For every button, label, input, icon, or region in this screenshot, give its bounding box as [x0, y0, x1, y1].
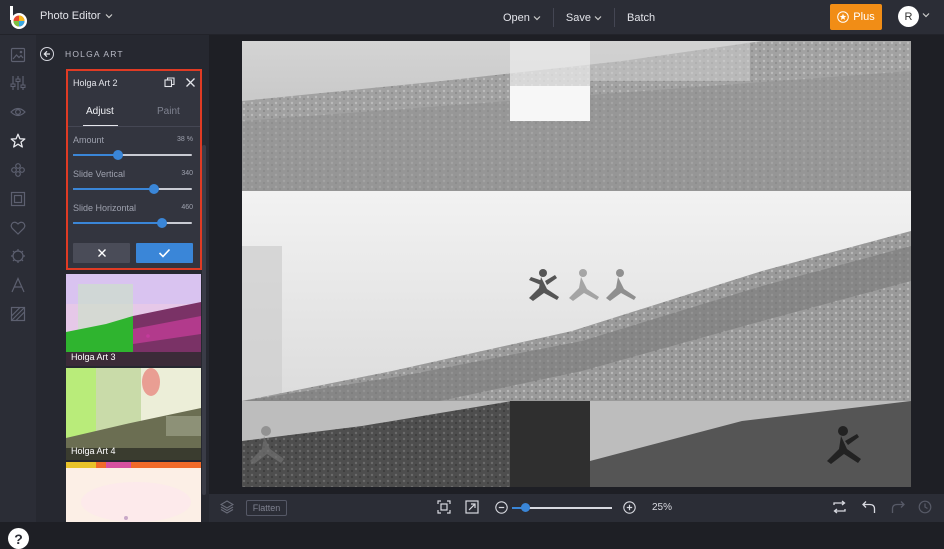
star-circle-icon	[837, 11, 850, 23]
help-button[interactable]: ?	[8, 528, 29, 549]
slider-fill	[73, 222, 163, 224]
star-icon[interactable]	[10, 133, 26, 149]
save-label: Save	[565, 11, 591, 24]
photo-image	[242, 41, 911, 487]
slider-fill	[73, 188, 154, 190]
effect-thumbnail-holga-art-4[interactable]: Holga Art 4	[66, 368, 201, 460]
compare-icon[interactable]	[832, 500, 847, 514]
tool-rail: ?	[0, 35, 36, 549]
cancel-button[interactable]	[73, 243, 130, 263]
chevron-down-icon	[594, 15, 602, 20]
zoom-in-icon[interactable]	[623, 501, 636, 514]
flatten-button[interactable]: Flatten	[246, 500, 287, 516]
arrow-left-icon	[43, 50, 50, 58]
actual-size-icon[interactable]	[465, 500, 479, 514]
back-button[interactable]	[40, 47, 54, 61]
text-icon[interactable]	[10, 277, 26, 293]
effect-title: Holga Art 2	[73, 78, 118, 88]
chevron-down-icon	[105, 14, 112, 19]
history-icon[interactable]	[918, 500, 932, 514]
overlay-icon[interactable]	[10, 306, 26, 322]
eye-icon[interactable]	[10, 104, 26, 120]
slider-knob[interactable]	[148, 184, 159, 194]
slide-vertical-label: Slide Vertical	[73, 169, 126, 179]
zoom-slider[interactable]	[522, 507, 612, 509]
open-label: Open	[503, 11, 530, 24]
effect-thumbnail-holga-art-5[interactable]	[66, 462, 201, 522]
slide-horizontal-label: Slide Horizontal	[73, 203, 137, 213]
zoom-slider-knob[interactable]	[521, 503, 530, 512]
slider-knob[interactable]	[113, 150, 124, 160]
chevron-down-icon[interactable]	[922, 12, 930, 18]
thumbnail-label: Holga Art 4	[71, 446, 116, 456]
touch-up-icon[interactable]	[10, 162, 26, 178]
effect-thumbnail-holga-art-3[interactable]: Holga Art 3	[66, 274, 201, 366]
top-menu: Open Save Batch	[496, 0, 662, 35]
tab-paint[interactable]: Paint	[157, 106, 180, 117]
apply-button[interactable]	[136, 243, 193, 263]
workspace	[209, 35, 944, 494]
checkmark-icon	[158, 248, 171, 258]
active-tab-indicator	[83, 125, 118, 126]
panel-scrollbar[interactable]	[202, 145, 206, 495]
tab-adjust[interactable]: Adjust	[86, 106, 114, 117]
chevron-down-icon	[533, 15, 541, 20]
open-menu[interactable]: Open	[496, 12, 548, 24]
effect-settings-card: Holga Art 2 Adjust Paint Amount 38 % Sli…	[66, 69, 202, 270]
app-title-dropdown[interactable]: Photo Editor	[40, 10, 113, 22]
photo-canvas[interactable]	[242, 41, 911, 487]
fit-to-screen-icon[interactable]	[437, 500, 451, 514]
layers-icon[interactable]	[220, 500, 234, 514]
menu-divider	[552, 8, 554, 27]
effects-panel: HOLGA ART Holga Art 2 Adjust Paint Amoun…	[36, 35, 209, 522]
texture-icon[interactable]	[10, 248, 26, 264]
thumbnail-label: Holga Art 3	[71, 352, 116, 362]
zoom-out-icon[interactable]	[495, 501, 508, 514]
zoom-level: 25%	[652, 502, 673, 513]
top-bar: Photo Editor Open Save Batch Plus R	[0, 0, 944, 35]
effect-tabs: Adjust Paint	[68, 101, 200, 127]
amount-slider[interactable]	[73, 150, 192, 160]
duplicate-icon[interactable]	[164, 77, 175, 88]
befunky-logo-icon[interactable]	[8, 6, 30, 30]
batch-button[interactable]: Batch	[620, 12, 662, 24]
app-title: Photo Editor	[40, 10, 101, 22]
plus-label: Plus	[853, 11, 875, 23]
save-menu[interactable]: Save	[559, 12, 609, 24]
amount-label: Amount	[73, 135, 105, 145]
redo-icon[interactable]	[891, 500, 905, 514]
holga-art-5-preview	[66, 462, 201, 522]
panel-header: HOLGA ART	[40, 47, 124, 61]
slide-horizontal-slider[interactable]	[73, 218, 192, 228]
slide-vertical-slider[interactable]	[73, 184, 192, 194]
slide-horizontal-value: 460	[181, 204, 193, 211]
close-icon[interactable]	[185, 77, 196, 88]
menu-divider	[614, 8, 615, 27]
plus-upgrade-button[interactable]: Plus	[830, 4, 882, 30]
bottom-toolbar: Flatten 25%	[209, 494, 944, 522]
sliders-icon[interactable]	[10, 75, 26, 91]
section-title: HOLGA ART	[65, 49, 124, 59]
image-icon[interactable]	[10, 47, 26, 63]
heart-icon[interactable]	[10, 220, 26, 236]
close-icon	[97, 249, 106, 257]
frame-icon[interactable]	[10, 191, 26, 207]
undo-icon[interactable]	[862, 500, 876, 514]
slider-fill	[73, 154, 119, 156]
amount-value: 38 %	[177, 136, 193, 143]
user-avatar[interactable]: R	[898, 6, 919, 27]
slide-vertical-value: 340	[181, 170, 193, 177]
slider-knob[interactable]	[157, 218, 168, 228]
batch-label: Batch	[627, 11, 656, 24]
